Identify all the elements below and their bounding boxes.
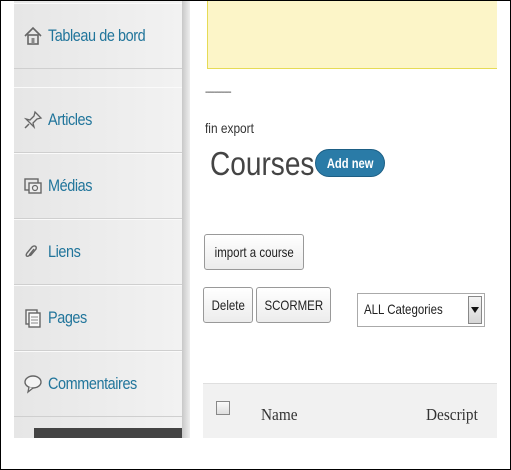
sidebar-item-liens[interactable]: Liens	[14, 219, 182, 285]
page-title: Courses	[210, 145, 315, 182]
delete-label: Delete	[211, 297, 245, 313]
category-select[interactable]: ALL Categories	[357, 293, 485, 327]
import-course-label: import a course	[214, 244, 294, 260]
sidebar-item-medias[interactable]: Médias	[14, 153, 182, 219]
column-header-name[interactable]: Name	[261, 405, 298, 425]
home-icon	[22, 25, 44, 47]
link-icon	[22, 241, 44, 263]
sidebar-item-commentaires[interactable]: Commentaires	[14, 351, 182, 417]
sidebar-item-label: Médias	[48, 176, 93, 195]
sidebar-item-pages[interactable]: Pages	[14, 285, 182, 351]
sidebar-divider	[182, 1, 190, 438]
status-dots: -----------	[205, 87, 232, 98]
sidebar-item-dashboard[interactable]: Tableau de bord	[14, 3, 182, 69]
notice-banner	[207, 1, 497, 69]
add-new-button[interactable]: Add new	[315, 149, 385, 177]
add-new-label: Add new	[326, 155, 374, 171]
sidebar-item-label: Tableau de bord	[48, 26, 146, 45]
sidebar-item-label: Articles	[48, 110, 92, 129]
admin-sidebar: Tableau de bord Articles Médias Liens Pa…	[14, 1, 184, 438]
scormer-button[interactable]: SCORMER	[256, 287, 331, 323]
screenshot-frame: Tableau de bord Articles Médias Liens Pa…	[0, 0, 511, 470]
scormer-label: SCORMER	[264, 297, 323, 313]
comment-icon	[22, 373, 44, 395]
pin-icon	[22, 109, 44, 131]
delete-button[interactable]: Delete	[203, 287, 253, 323]
media-icon	[22, 175, 44, 197]
sidebar-item-label: Liens	[48, 242, 81, 261]
column-header-description[interactable]: Descript	[426, 405, 478, 425]
import-course-button[interactable]: import a course	[204, 234, 304, 270]
admin-screen: Tableau de bord Articles Médias Liens Pa…	[14, 1, 497, 438]
chevron-down-icon[interactable]	[468, 296, 482, 324]
select-all-checkbox[interactable]	[216, 401, 230, 415]
sidebar-item-label: Pages	[48, 308, 87, 327]
sidebar-item-articles[interactable]: Articles	[14, 87, 182, 153]
pages-icon	[22, 307, 44, 329]
status-text: fin export	[205, 120, 254, 136]
sidebar-item-label: Commentaires	[48, 374, 137, 393]
category-select-value: ALL Categories	[364, 301, 443, 317]
sidebar-active-bar	[34, 428, 184, 438]
